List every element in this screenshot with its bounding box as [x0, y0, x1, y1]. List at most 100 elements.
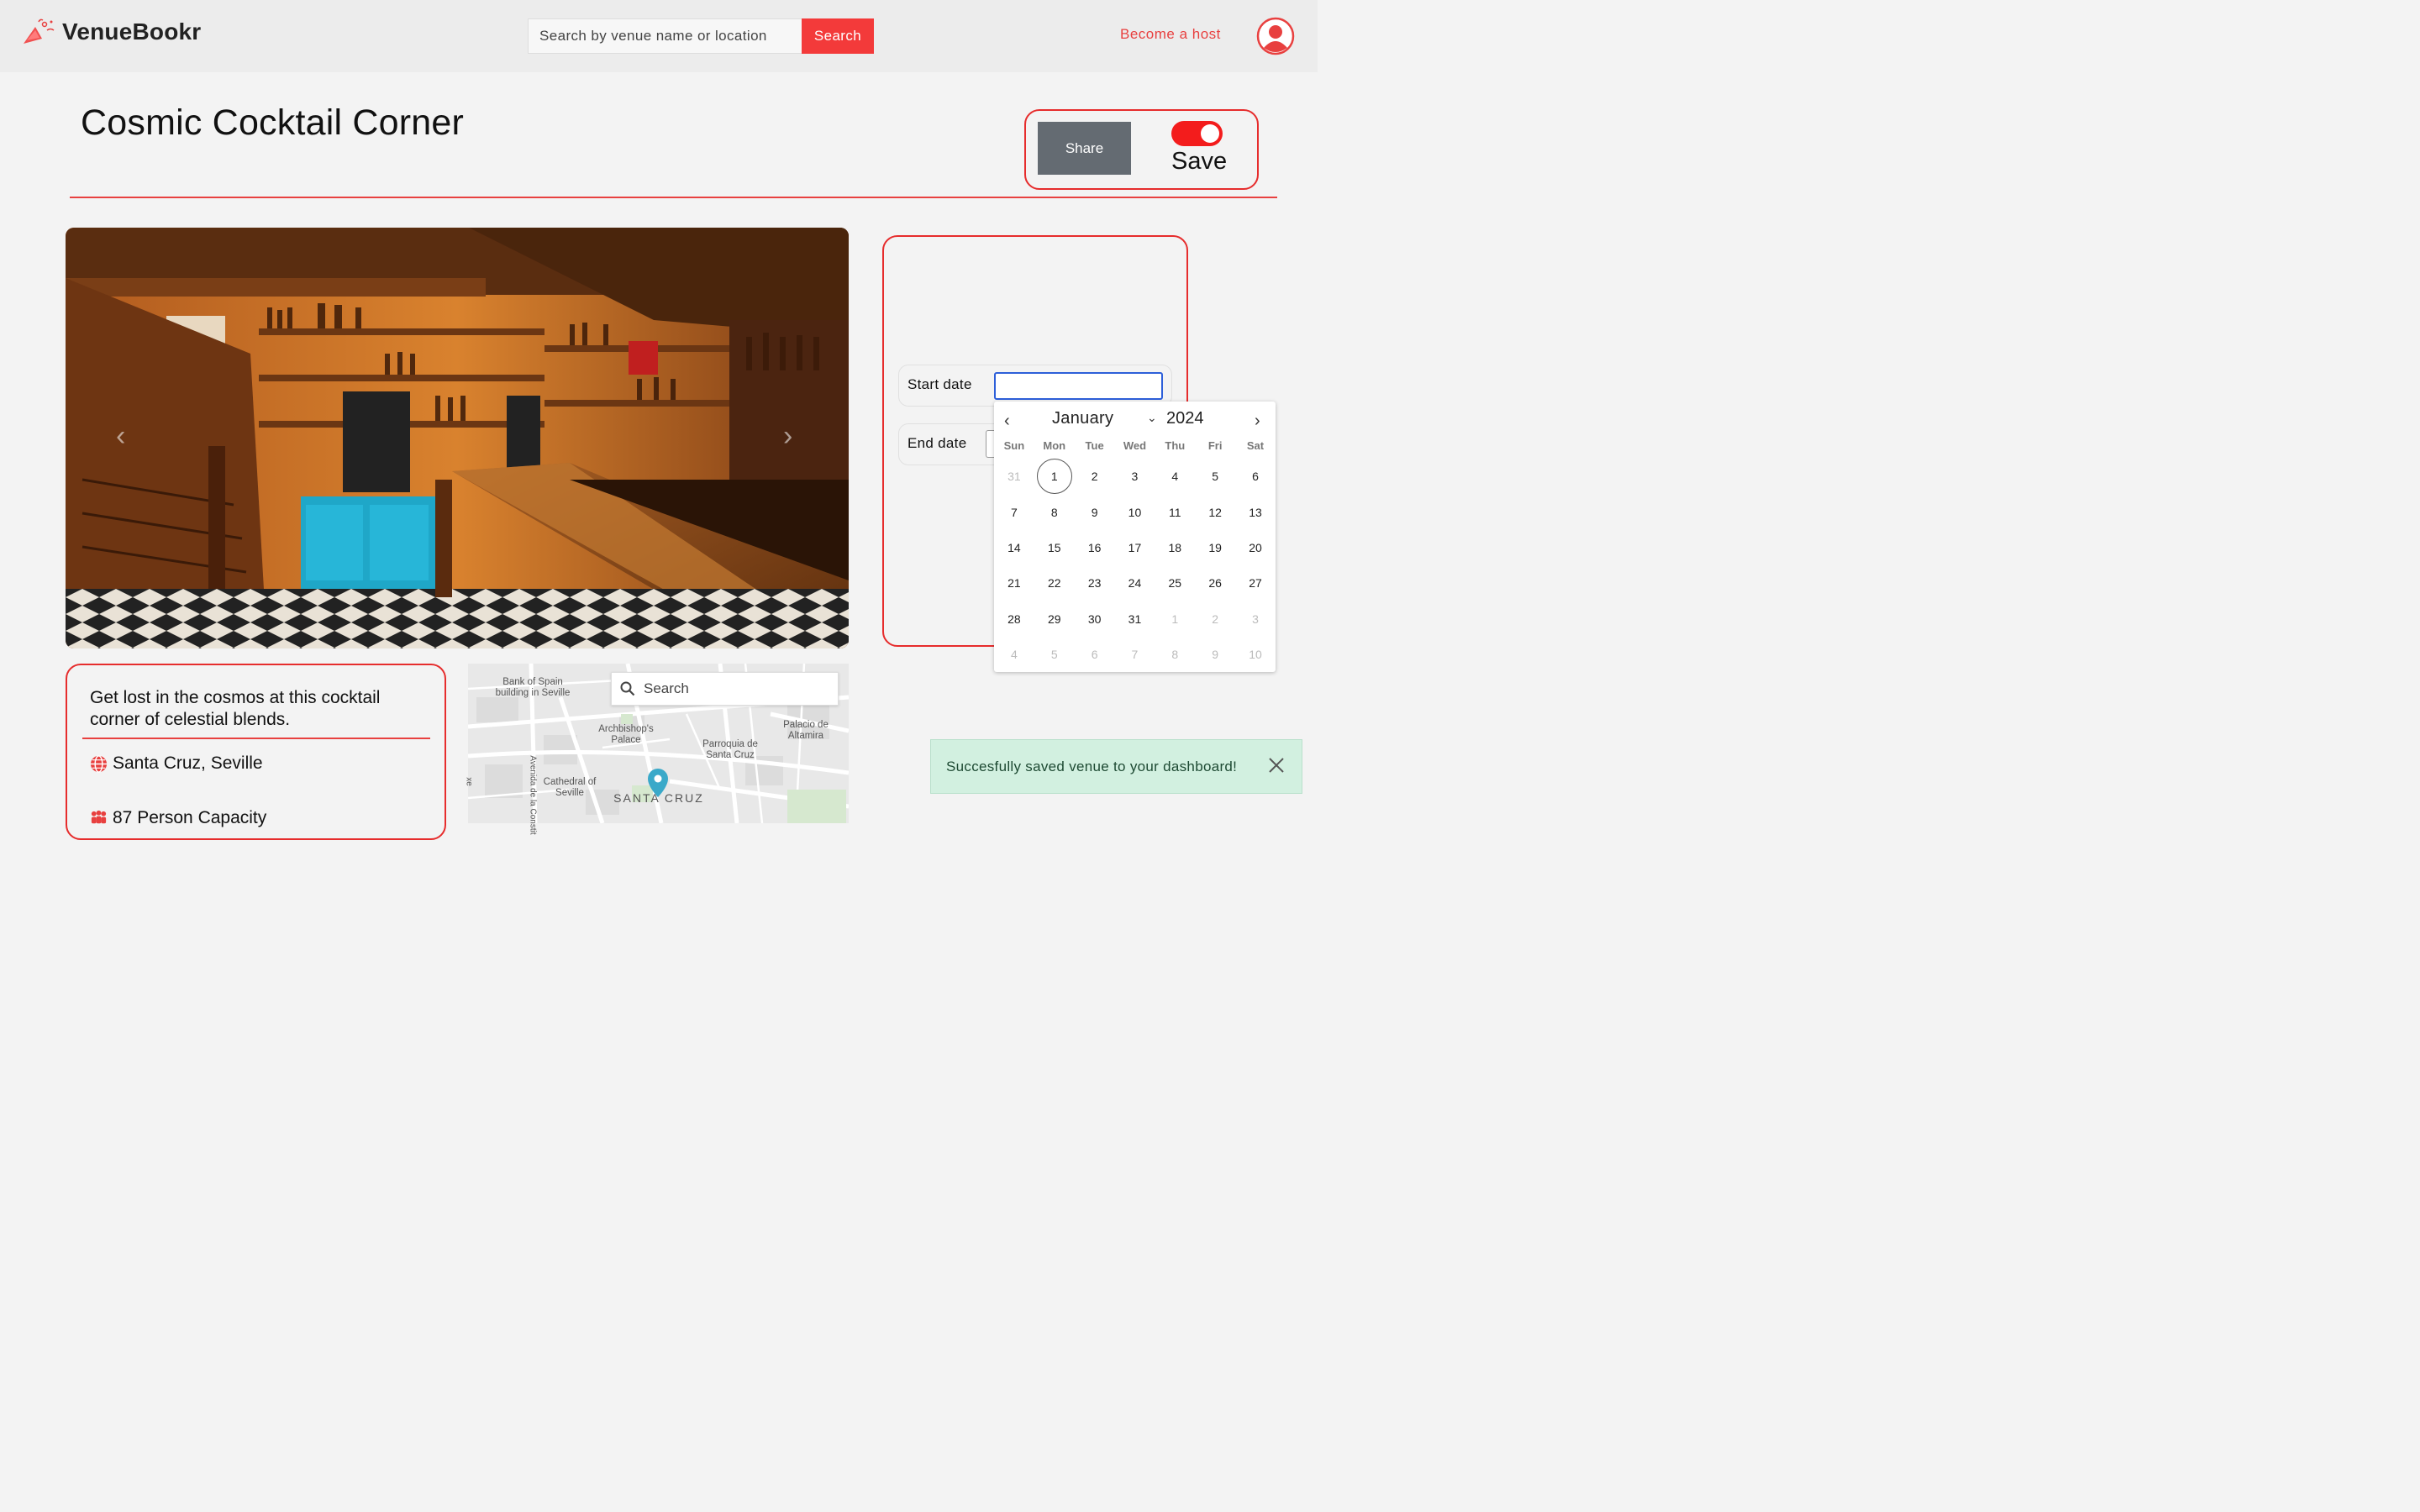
calendar-day[interactable]: 17	[1115, 530, 1155, 565]
calendar-day[interactable]: 27	[1235, 565, 1276, 601]
calendar-day[interactable]: 10	[1235, 637, 1276, 672]
venue-search-input[interactable]: Search by venue name or location	[528, 18, 803, 54]
calendar-day[interactable]: 29	[1034, 601, 1075, 637]
calendar-day[interactable]: 28	[994, 601, 1034, 637]
capacity-row: 87 Person Capacity	[89, 808, 266, 828]
brand-logo[interactable]: VenueBookr	[22, 17, 201, 47]
calendar-year[interactable]: 2024	[1166, 409, 1204, 428]
calendar-week: 14 15 16 17 18 19 20	[994, 530, 1276, 565]
weekday-label: Sun	[1003, 439, 1025, 452]
share-button[interactable]: Share	[1038, 122, 1131, 175]
search-button[interactable]: Search	[802, 18, 874, 54]
become-host-link[interactable]: Become a host	[1120, 26, 1221, 43]
weekday-label: Thu	[1165, 439, 1186, 452]
calendar-day[interactable]: 13	[1235, 495, 1276, 530]
calendar-day[interactable]: 20	[1235, 530, 1276, 565]
calendar-day[interactable]: 1	[1034, 459, 1075, 495]
map-label-edge: xe	[464, 777, 474, 786]
party-popper-icon	[24, 18, 55, 44]
save-label: Save	[1171, 148, 1228, 175]
info-divider	[82, 738, 430, 739]
calendar-week: 28 29 30 31 1 2 3	[994, 601, 1276, 637]
search-icon	[620, 681, 635, 696]
calendar-day[interactable]: 11	[1155, 495, 1195, 530]
calendar-day[interactable]: 9	[1075, 495, 1115, 530]
map-label-parroquia: Parroquia de Santa Cruz	[702, 739, 758, 760]
weekday-label: Wed	[1123, 439, 1147, 452]
map-label-district: SANTA CRUZ	[613, 791, 704, 805]
venue-title: Cosmic Cocktail Corner	[81, 102, 465, 143]
calendar-week: 7 8 9 10 11 12 13	[994, 494, 1276, 529]
calendar-day[interactable]: 1	[1155, 601, 1195, 637]
calendar-day[interactable]: 15	[1034, 530, 1075, 565]
calendar-day[interactable]: 24	[1115, 565, 1155, 601]
end-date-label: End date	[908, 435, 967, 451]
title-divider	[70, 197, 1277, 198]
map-search-input[interactable]: Search	[611, 672, 839, 706]
venue-photo	[66, 228, 849, 648]
weekday-label: Fri	[1207, 439, 1223, 452]
carousel-next-arrow[interactable]: ›	[783, 420, 792, 453]
calendar-day[interactable]: 2	[1075, 459, 1115, 494]
calendar-day[interactable]: 2	[1195, 601, 1235, 637]
venue-capacity: 87 Person Capacity	[113, 808, 267, 827]
calendar-month[interactable]: January	[1052, 409, 1113, 428]
calendar-day[interactable]: 7	[994, 495, 1034, 530]
calendar-day[interactable]: 14	[994, 530, 1034, 565]
calendar-day[interactable]: 25	[1155, 565, 1195, 601]
weekday-label: Sat	[1246, 439, 1265, 452]
calendar-day[interactable]: 9	[1195, 637, 1235, 672]
calendar-day[interactable]: 4	[994, 637, 1034, 672]
calendar-grid: 31 1 2 3 4 5 6 7 8 9 10 11 12 13 14 15 16 17 18 19 20 21 22 23 2…	[994, 459, 1276, 672]
map-search-placeholder: Search	[644, 680, 689, 696]
calendar-day[interactable]: 3	[1115, 459, 1155, 494]
weekday-label: Mon	[1043, 439, 1066, 452]
prev-month-icon[interactable]: ‹	[1004, 412, 1010, 431]
calendar-day[interactable]: 7	[1115, 637, 1155, 672]
calendar-day[interactable]: 5	[1034, 637, 1075, 672]
map-label-archbishop: Archbishop's Palace	[598, 724, 654, 745]
calendar-week: 31 1 2 3 4 5 6	[994, 459, 1276, 495]
calendar-day[interactable]: 16	[1075, 530, 1115, 565]
map-label-avenida: Avenida de la Constit	[528, 755, 538, 835]
map-label-bank: Bank of Spain building in Seville	[495, 677, 571, 698]
calendar-day[interactable]: 10	[1115, 495, 1155, 530]
calendar-day[interactable]: 4	[1155, 459, 1195, 494]
calendar-day[interactable]: 23	[1075, 565, 1115, 601]
globe-icon	[90, 754, 108, 773]
location-row: Santa Cruz, Seville	[89, 753, 263, 774]
calendar-day[interactable]: 22	[1034, 565, 1075, 601]
save-toggle[interactable]	[1171, 121, 1223, 146]
user-avatar-icon[interactable]	[1256, 17, 1295, 55]
close-icon[interactable]	[1267, 756, 1286, 774]
start-date-label: Start date	[908, 376, 972, 392]
success-toast: Succesfully saved venue to your dashboar…	[930, 739, 1302, 794]
calendar-day[interactable]: 19	[1195, 530, 1235, 565]
people-icon	[91, 810, 107, 823]
brand-name: VenueBookr	[62, 18, 202, 45]
calendar-week: 4 5 6 7 8 9 10	[994, 637, 1276, 672]
chevron-down-icon[interactable]: ⌄	[1147, 411, 1157, 425]
calendar-day[interactable]: 8	[1155, 637, 1195, 672]
weekday-label: Tue	[1085, 439, 1104, 452]
start-date-input[interactable]	[994, 372, 1163, 400]
weekday-header: Sun Mon Tue Wed Thu Fri Sat	[994, 439, 1276, 452]
calendar-day[interactable]: 30	[1075, 601, 1115, 637]
calendar-day[interactable]: 5	[1195, 459, 1235, 494]
calendar-week: 21 22 23 24 25 26 27	[994, 565, 1276, 601]
calendar-day[interactable]: 8	[1034, 495, 1075, 530]
map-label-palacio: Palacio de Altamira	[783, 720, 829, 741]
next-month-icon[interactable]: ›	[1255, 412, 1260, 431]
calendar-day[interactable]: 31	[1115, 601, 1155, 637]
calendar-day[interactable]: 6	[1075, 637, 1115, 672]
calendar-day[interactable]: 3	[1235, 601, 1276, 637]
calendar-day[interactable]: 21	[994, 565, 1034, 601]
calendar-day[interactable]: 31	[994, 459, 1034, 494]
date-picker-calendar: ‹ January ⌄ 2024 › Sun Mon Tue Wed Thu Fri Sat…	[994, 402, 1276, 672]
carousel-prev-arrow[interactable]: ‹	[116, 420, 125, 453]
calendar-day[interactable]: 6	[1235, 459, 1276, 494]
calendar-day[interactable]: 12	[1195, 495, 1235, 530]
calendar-day[interactable]: 18	[1155, 530, 1195, 565]
calendar-day[interactable]: 26	[1195, 565, 1235, 601]
venue-description: Get lost in the cosmos at this cocktail …	[90, 688, 381, 729]
